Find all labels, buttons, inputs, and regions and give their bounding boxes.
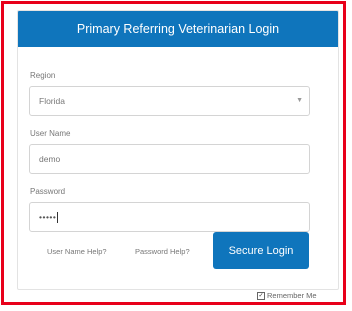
remember-me[interactable]: ✓ Remember Me [257,291,317,300]
username-label: User Name [30,129,71,138]
password-value: ••••• [39,212,57,222]
region-label: Region [30,71,56,80]
text-cursor [57,211,59,223]
username-input[interactable]: demo [29,144,310,174]
card-header: Primary Referring Veterinarian Login [18,11,338,47]
region-value: Florida [39,96,65,106]
secure-login-button[interactable]: Secure Login [213,232,309,269]
password-help-link[interactable]: Password Help? [135,247,190,256]
username-value: demo [39,154,61,164]
select-arrow-icon: ▼ [296,97,303,104]
login-title: Primary Referring Veterinarian Login [76,22,280,36]
remember-label: Remember Me [267,291,317,300]
password-input[interactable]: ••••• [29,202,310,232]
username-help-link[interactable]: User Name Help? [47,247,107,256]
remember-checkbox[interactable]: ✓ [257,291,265,300]
password-label: Password [30,187,66,196]
region-select[interactable]: Florida ▼ [29,86,310,116]
